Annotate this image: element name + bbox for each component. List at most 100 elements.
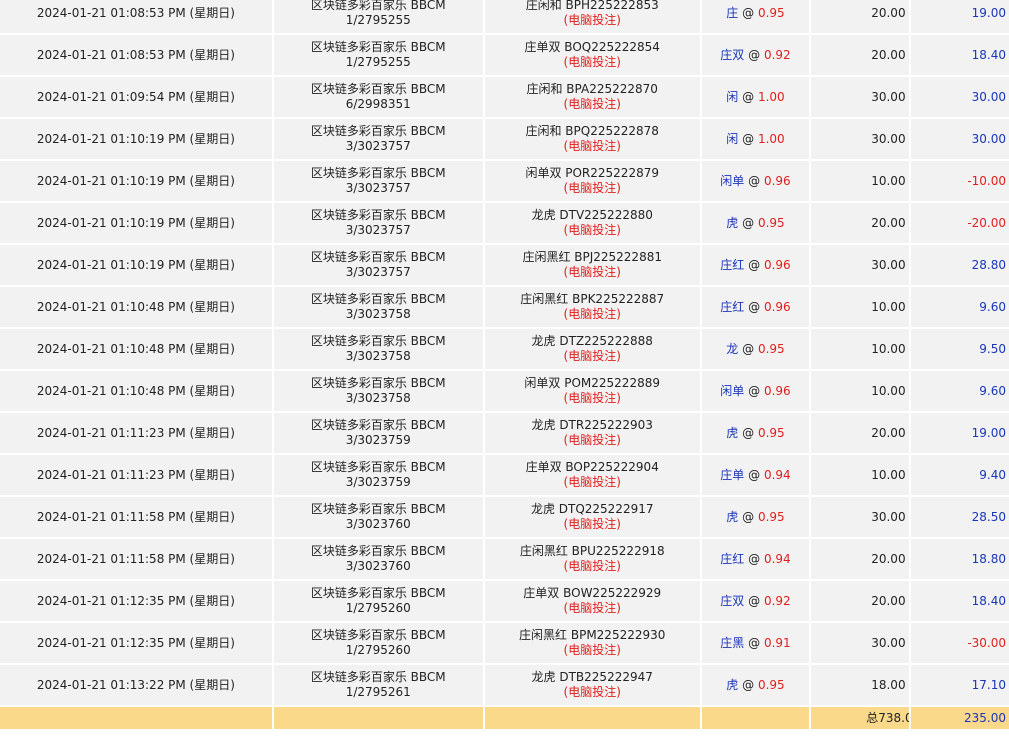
table-row: 2024-01-21 01:12:35 PM (星期日) 区块链多彩百家乐 BB… [0, 623, 1009, 663]
at-symbol: @ [742, 215, 758, 230]
bet-type-cell: 庄闲和 BPA225222870 (电脑投注) [484, 77, 700, 117]
bet-type: 闲单双 POM225222889 [524, 376, 660, 390]
bet-time: 2024-01-21 01:13:22 PM (星期日) [0, 665, 272, 705]
bet-type-cell: 闲单双 POR225222879 (电脑投注) [484, 161, 700, 201]
odds-value: 0.94 [763, 551, 791, 566]
pick-value: 庄黑 [720, 635, 745, 650]
total-label: 总 [866, 710, 879, 725]
odds-value: 0.92 [763, 593, 791, 608]
game-cell: 区块链多彩百家乐 BBCM 1/2795260 [273, 623, 483, 663]
table-row: 2024-01-21 01:10:48 PM (星期日) 区块链多彩百家乐 BB… [0, 287, 1009, 327]
game-name: 区块链多彩百家乐 BBCM [310, 292, 446, 306]
bet-mode: (电脑投注) [563, 55, 621, 69]
table-row: 2024-01-21 01:11:58 PM (星期日) 区块链多彩百家乐 BB… [0, 539, 1009, 579]
bet-time-text: 2024-01-21 01:10:19 PM (星期日) [36, 173, 235, 188]
game-round: 3/3023758 [345, 391, 411, 405]
bet-type: 龙虎 DTZ225222888 [531, 334, 653, 348]
bet-amount-text: 20.00 [871, 551, 906, 566]
game-round: 3/3023757 [345, 265, 411, 279]
bet-time-text: 2024-01-21 01:12:35 PM (星期日) [36, 635, 235, 650]
bet-result-text: 9.50 [979, 341, 1006, 356]
bet-amount: 10.00 [811, 161, 909, 201]
game-cell: 区块链多彩百家乐 BBCM 3/3023757 [273, 161, 483, 201]
at-symbol: @ [748, 551, 764, 566]
game-round: 1/2795255 [345, 13, 411, 27]
bet-type-cell: 庄闲黑红 BPJ225222881 (电脑投注) [484, 245, 700, 285]
at-symbol: @ [748, 257, 764, 272]
bet-amount: 10.00 [811, 371, 909, 411]
game-name: 区块链多彩百家乐 BBCM [310, 82, 446, 96]
table-row: 2024-01-21 01:10:19 PM (星期日) 区块链多彩百家乐 BB… [0, 161, 1009, 201]
bet-type: 庄单双 BOW225222929 [523, 586, 662, 600]
total-empty-cell [0, 707, 272, 729]
pick-cell: 庄双 @ 0.92 [701, 35, 810, 75]
pick-cell: 龙 @ 0.95 [701, 329, 810, 369]
bet-amount-text: 30.00 [871, 131, 906, 146]
bet-time-text: 2024-01-21 01:08:53 PM (星期日) [36, 47, 235, 62]
pick-cell: 闲单 @ 0.96 [701, 371, 810, 411]
at-symbol: @ [742, 89, 758, 104]
bet-amount-text: 30.00 [871, 635, 906, 650]
game-name: 区块链多彩百家乐 BBCM [310, 502, 446, 516]
pick-value: 庄红 [720, 551, 745, 566]
bet-time-text: 2024-01-21 01:08:53 PM (星期日) [36, 5, 235, 20]
bet-time: 2024-01-21 01:08:53 PM (星期日) [0, 35, 272, 75]
game-cell: 区块链多彩百家乐 BBCM 3/3023757 [273, 119, 483, 159]
game-round: 3/3023758 [345, 349, 411, 363]
bet-type-cell: 龙虎 DTZ225222888 (电脑投注) [484, 329, 700, 369]
total-amount-cell: 总 738.00 [811, 707, 909, 729]
odds-value: 0.96 [763, 299, 791, 314]
game-round: 3/3023759 [345, 475, 411, 489]
pick-cell: 虎 @ 0.95 [701, 203, 810, 243]
game-name: 区块链多彩百家乐 BBCM [310, 418, 446, 432]
bet-amount-text: 10.00 [871, 299, 906, 314]
bet-time: 2024-01-21 01:10:48 PM (星期日) [0, 329, 272, 369]
table-row: 2024-01-21 01:11:23 PM (星期日) 区块链多彩百家乐 BB… [0, 455, 1009, 495]
game-round: 3/3023758 [345, 307, 411, 321]
bet-amount-text: 20.00 [871, 593, 906, 608]
table-row: 2024-01-21 01:13:22 PM (星期日) 区块链多彩百家乐 BB… [0, 665, 1009, 705]
pick-value: 庄 [726, 5, 739, 20]
bet-amount-text: 20.00 [871, 47, 906, 62]
bet-amount-text: 20.00 [871, 215, 906, 230]
pick-value: 庄红 [720, 299, 745, 314]
table-row: 2024-01-21 01:08:53 PM (星期日) 区块链多彩百家乐 BB… [0, 0, 1009, 33]
table-row: 2024-01-21 01:12:35 PM (星期日) 区块链多彩百家乐 BB… [0, 581, 1009, 621]
bet-mode: (电脑投注) [563, 97, 621, 111]
odds-value: 0.94 [763, 467, 791, 482]
game-round: 3/3023760 [345, 559, 411, 573]
bet-type: 龙虎 DTR225222903 [531, 418, 653, 432]
pick-cell: 庄双 @ 0.92 [701, 581, 810, 621]
bet-result: 19.00 [910, 413, 1009, 453]
pick-value: 闲单 [720, 173, 745, 188]
odds-value: 0.96 [763, 257, 791, 272]
bet-time: 2024-01-21 01:12:35 PM (星期日) [0, 581, 272, 621]
game-cell: 区块链多彩百家乐 BBCM 3/3023758 [273, 371, 483, 411]
odds-value: 0.95 [757, 425, 785, 440]
game-round: 1/2795260 [345, 601, 411, 615]
bet-result-text: 9.40 [979, 467, 1006, 482]
game-round: 3/3023759 [345, 433, 411, 447]
at-symbol: @ [742, 131, 758, 146]
at-symbol: @ [742, 509, 758, 524]
pick-cell: 庄单 @ 0.94 [701, 455, 810, 495]
bet-time-text: 2024-01-21 01:12:35 PM (星期日) [36, 593, 235, 608]
bet-amount: 30.00 [811, 623, 909, 663]
table-row: 2024-01-21 01:10:48 PM (星期日) 区块链多彩百家乐 BB… [0, 329, 1009, 369]
bet-result: 9.60 [910, 287, 1009, 327]
bet-result: 28.80 [910, 245, 1009, 285]
game-cell: 区块链多彩百家乐 BBCM 3/3023759 [273, 455, 483, 495]
bet-mode: (电脑投注) [563, 391, 621, 405]
bet-result: -10.00 [910, 161, 1009, 201]
total-row: 总 738.00 235.00 [0, 707, 1009, 729]
bet-amount: 18.00 [811, 665, 909, 705]
game-name: 区块链多彩百家乐 BBCM [310, 376, 446, 390]
bet-time-text: 2024-01-21 01:11:58 PM (星期日) [36, 509, 235, 524]
bet-type: 龙虎 DTV225222880 [531, 208, 653, 222]
total-amount: 738.00 [878, 710, 908, 725]
bet-result: 9.60 [910, 371, 1009, 411]
pick-cell: 虎 @ 0.95 [701, 413, 810, 453]
game-cell: 区块链多彩百家乐 BBCM 6/2998351 [273, 77, 483, 117]
bet-mode: (电脑投注) [563, 181, 621, 195]
bet-type-cell: 闲单双 POM225222889 (电脑投注) [484, 371, 700, 411]
